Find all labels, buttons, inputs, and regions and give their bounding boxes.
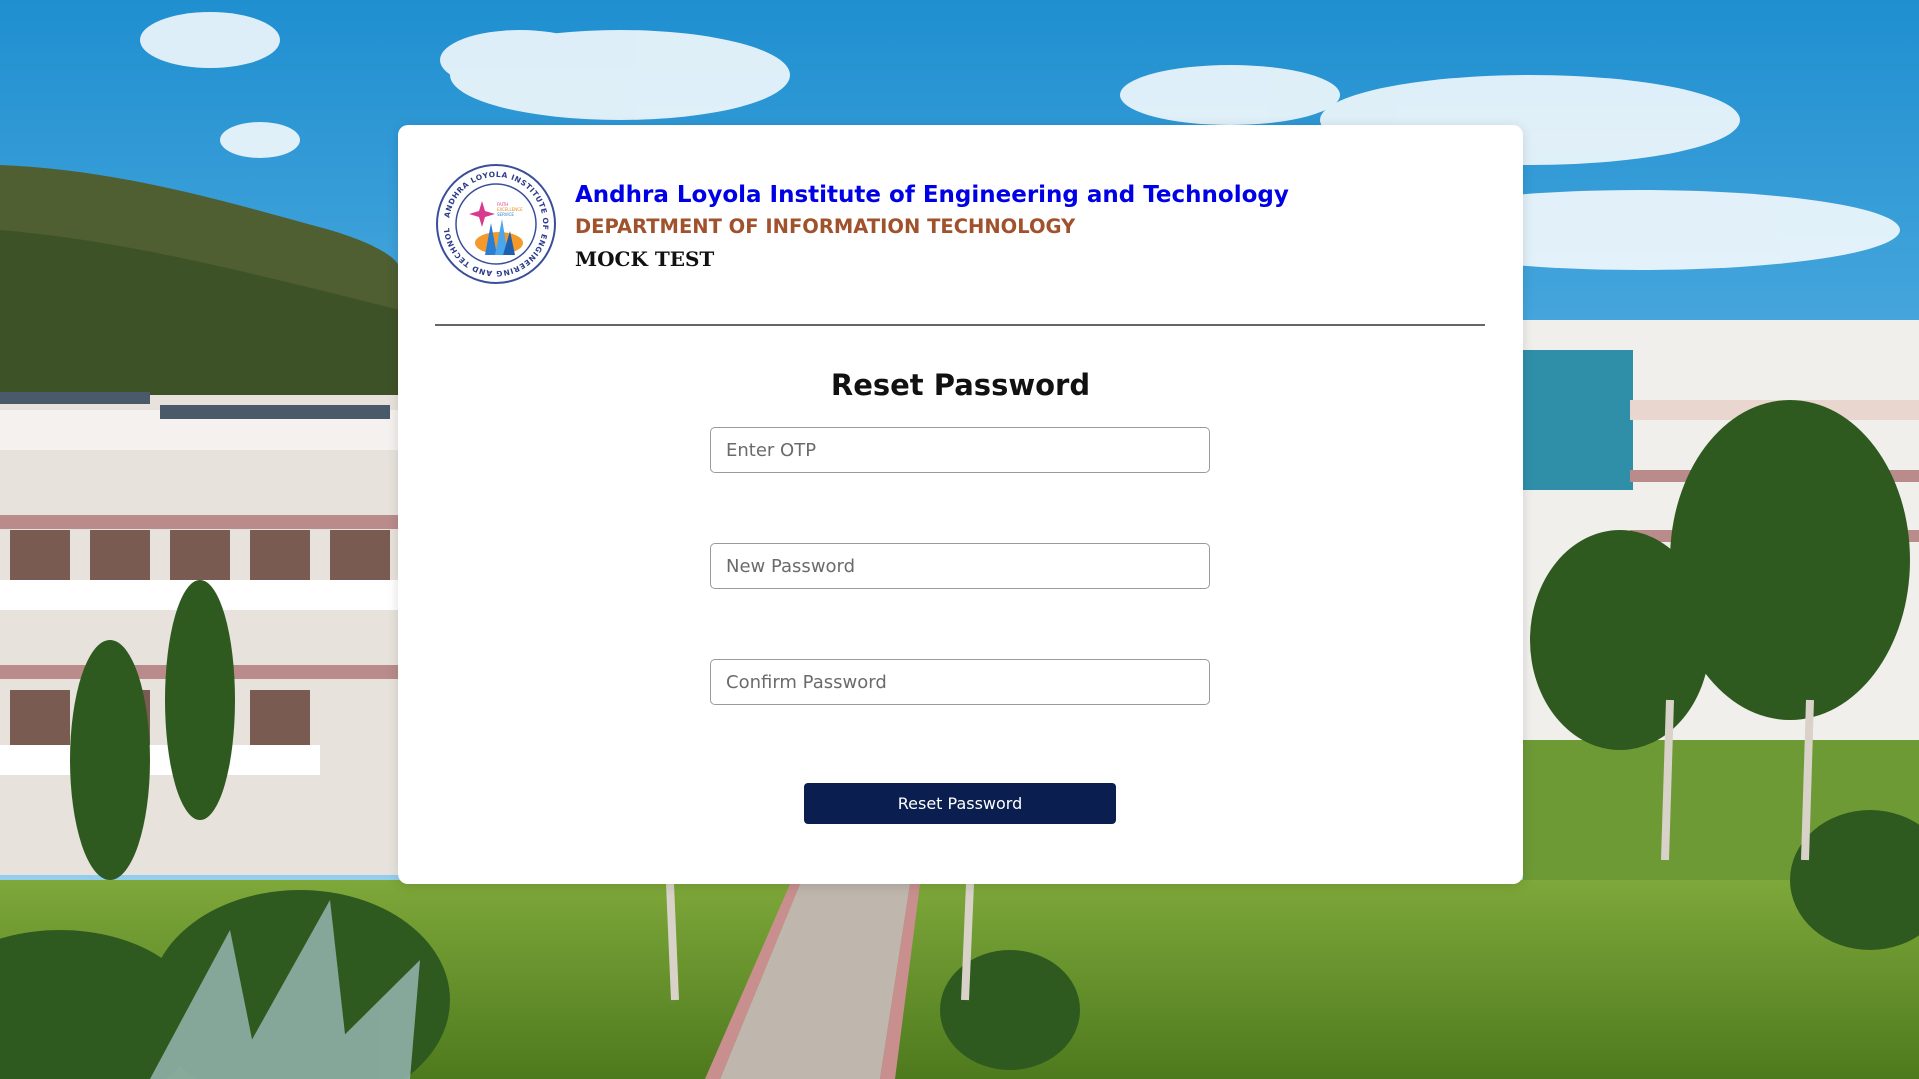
page-title: Reset Password xyxy=(830,368,1091,402)
college-seal-icon: ANDHRA LOYOLA INSTITUTE OF ENGINEERING A… xyxy=(431,156,557,285)
confirm-password-input[interactable] xyxy=(710,659,1210,705)
reset-password-button[interactable]: Reset Password xyxy=(804,783,1116,824)
svg-text:SERVICE: SERVICE xyxy=(497,212,514,217)
institution-header: ANDHRA LOYOLA INSTITUTE OF ENGINEERING A… xyxy=(431,156,1485,293)
mock-test-subtitle: MOCK TEST xyxy=(575,247,715,271)
header-divider xyxy=(435,324,1485,326)
new-password-input[interactable] xyxy=(710,543,1210,589)
otp-input[interactable] xyxy=(710,427,1210,473)
institute-name: Andhra Loyola Institute of Engineering a… xyxy=(575,182,1289,208)
reset-password-card: ANDHRA LOYOLA INSTITUTE OF ENGINEERING A… xyxy=(398,125,1523,884)
department-name: DEPARTMENT OF INFORMATION TECHNOLOGY xyxy=(575,215,1076,238)
